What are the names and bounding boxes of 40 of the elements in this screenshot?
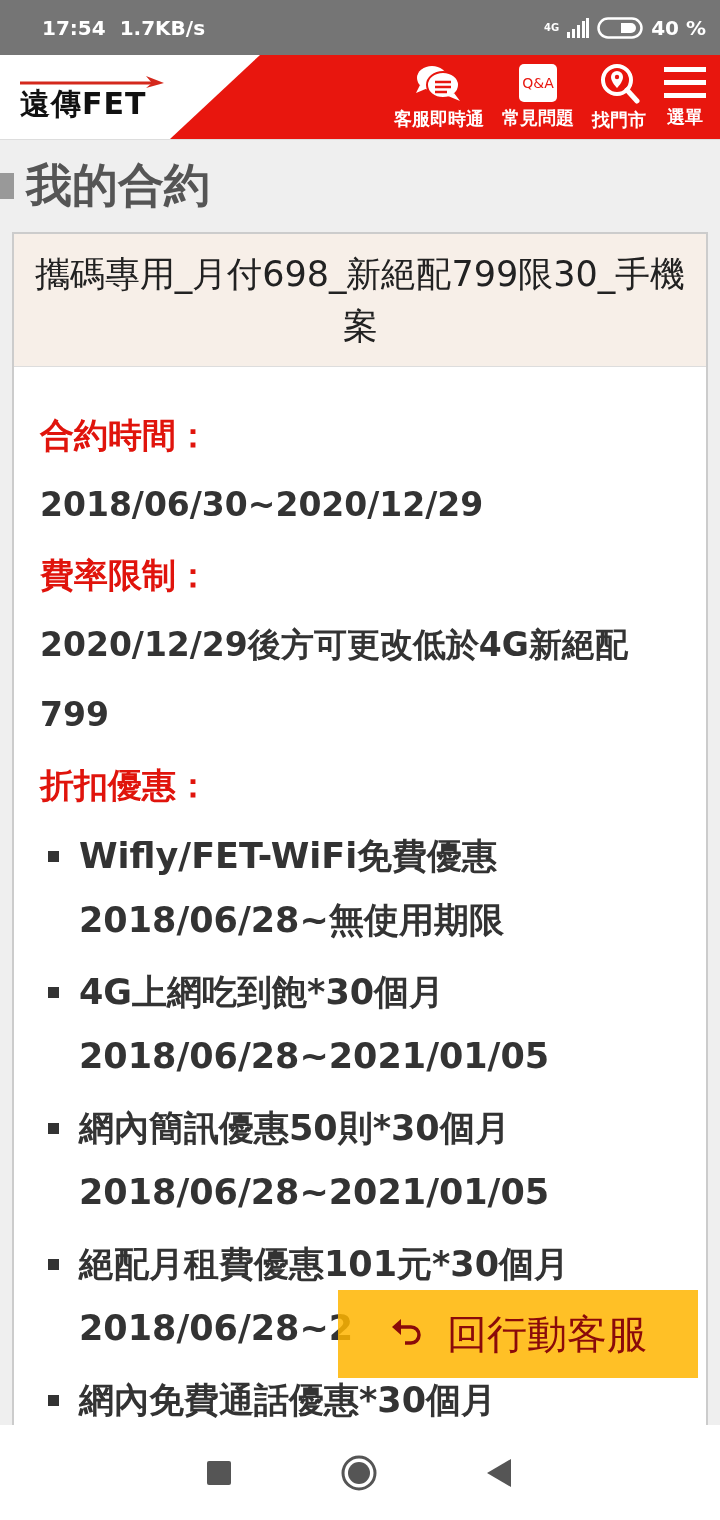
contract-name: 攜碼專用_月付698_新絕配799限30_手機案 <box>14 234 706 367</box>
discount-title: Wifly/FET-WiFi免費優惠 <box>79 835 498 878</box>
discount-period: 2018/06/28~2021/01/05 <box>79 1171 550 1214</box>
discount-title: 網內免費通話優惠*30個月 <box>79 1379 496 1422</box>
section-label: 費率限制： <box>40 554 211 597</box>
discount-period: 2018/06/28~2021/01/05 <box>79 1035 550 1078</box>
clock: 17:54 <box>42 15 106 40</box>
discount-title: 4G上網吃到飽*30個月 <box>79 971 445 1014</box>
header-action[interactable]: 找門市 <box>588 62 650 132</box>
discount-title: 絕配月租費優惠101元*30個月 <box>79 1243 570 1286</box>
section-label: 折扣優惠： <box>40 764 211 807</box>
section-value: 2018/06/30~2020/12/29 <box>40 484 485 526</box>
arrow-icon <box>20 75 166 89</box>
battery-level: 40 % <box>651 15 706 40</box>
menu-icon <box>664 65 706 101</box>
network-speed: 1.7KB/s <box>119 15 206 40</box>
signal-icon <box>567 17 590 38</box>
back-to-service-button[interactable]: 回行動客服 <box>338 1290 698 1378</box>
section-label: 合約時間： <box>40 414 211 457</box>
home-icon[interactable] <box>341 1454 377 1491</box>
map-pin-search-icon <box>598 62 640 104</box>
header-action[interactable]: 客服即時通 <box>390 63 488 131</box>
battery-icon <box>597 16 644 39</box>
header-action[interactable]: 選單 <box>660 65 710 129</box>
page-title: 我的合約 <box>26 157 210 214</box>
recent-apps-icon[interactable] <box>207 1460 231 1485</box>
qa-icon: Q&A <box>519 64 557 102</box>
section-value: 2020/12/29後方可更改低於4G新絕配799 <box>40 624 629 736</box>
bullet-icon <box>48 851 59 862</box>
discount-period: 2018/06/28~無使用期限 <box>79 899 504 942</box>
bullet-icon <box>48 987 59 998</box>
logo[interactable]: 遠傳FET <box>20 89 147 119</box>
title-marker <box>0 173 14 199</box>
bullet-icon <box>48 1123 59 1134</box>
back-icon[interactable] <box>487 1458 513 1487</box>
bullet-icon <box>48 1259 59 1270</box>
header-action[interactable]: Q&A 常見問題 <box>498 64 578 130</box>
discount-title: 網內簡訊優惠50則*30個月 <box>79 1107 510 1150</box>
network-type: 4G <box>544 22 560 33</box>
bullet-icon <box>48 1395 59 1406</box>
